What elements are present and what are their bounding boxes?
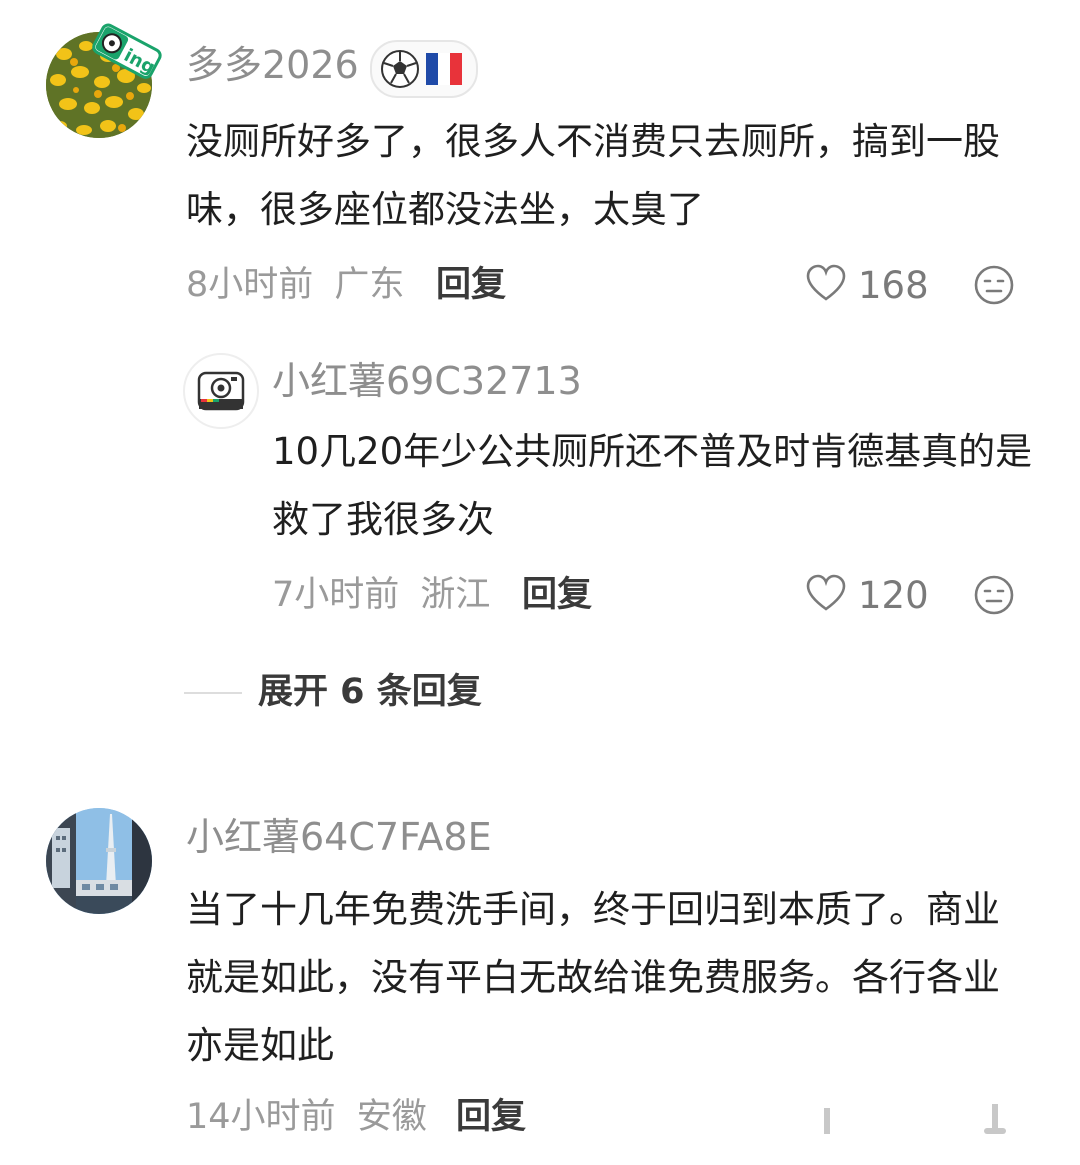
comment-time: 8小时前 <box>186 265 314 305</box>
fade-overlay <box>800 1092 1040 1148</box>
like-button[interactable] <box>806 264 846 304</box>
comment-username[interactable]: 小红薯64C7FA8E <box>186 818 492 856</box>
camera-avatar-icon <box>197 371 245 411</box>
comment-location: 浙江 <box>420 575 491 615</box>
ing-badge: ing <box>86 18 166 88</box>
expand-divider <box>184 692 242 694</box>
dislike-button[interactable] <box>973 574 1015 616</box>
reply-button[interactable]: 回复 <box>522 578 592 613</box>
expand-replies-button[interactable]: 展开 6 条回复 <box>258 675 482 710</box>
comment-username[interactable]: 小红薯69C32713 <box>272 362 582 400</box>
meh-face-icon <box>974 265 1014 305</box>
comment-location: 广东 <box>334 265 405 305</box>
comment-meta: 8小时前 广东 <box>186 268 404 303</box>
france-flag-icon <box>426 53 462 85</box>
comment-time: 7小时前 <box>272 575 400 615</box>
avatar[interactable] <box>46 808 152 914</box>
comment-content: 10几20年少公共厕所还不普及时肯德基真的是救了我很多次 <box>272 430 1033 541</box>
heart-icon <box>806 574 846 611</box>
comment-username[interactable]: 多多2026 <box>186 46 359 84</box>
comment-time: 14小时前 <box>186 1097 336 1137</box>
user-badges <box>370 40 478 98</box>
comment-meta: 7小时前 浙江 <box>272 578 490 613</box>
tower-photo-avatar <box>46 808 152 914</box>
reply-button[interactable]: 回复 <box>456 1100 526 1135</box>
soccer-ball-icon <box>381 50 419 88</box>
comment-content: 没厕所好多了，很多人不消费只去厕所，搞到一股味，很多座位都没法坐，太臭了 <box>186 120 1000 231</box>
comment-meta: 14小时前 安徽 <box>186 1100 427 1135</box>
dislike-button[interactable] <box>973 264 1015 306</box>
meh-face-icon <box>974 575 1014 615</box>
heart-icon <box>806 264 846 301</box>
like-count: 120 <box>858 574 929 617</box>
comment-content: 当了十几年免费洗手间，终于回归到本质了。商业就是如此，没有平白无故给谁免费服务。… <box>186 888 1000 1067</box>
like-count: 168 <box>858 264 929 307</box>
reply-button[interactable]: 回复 <box>436 268 506 303</box>
faded-action-icons <box>824 1104 1006 1134</box>
comment-location: 安徽 <box>356 1097 427 1137</box>
avatar[interactable] <box>183 353 259 429</box>
like-button[interactable] <box>806 574 846 614</box>
